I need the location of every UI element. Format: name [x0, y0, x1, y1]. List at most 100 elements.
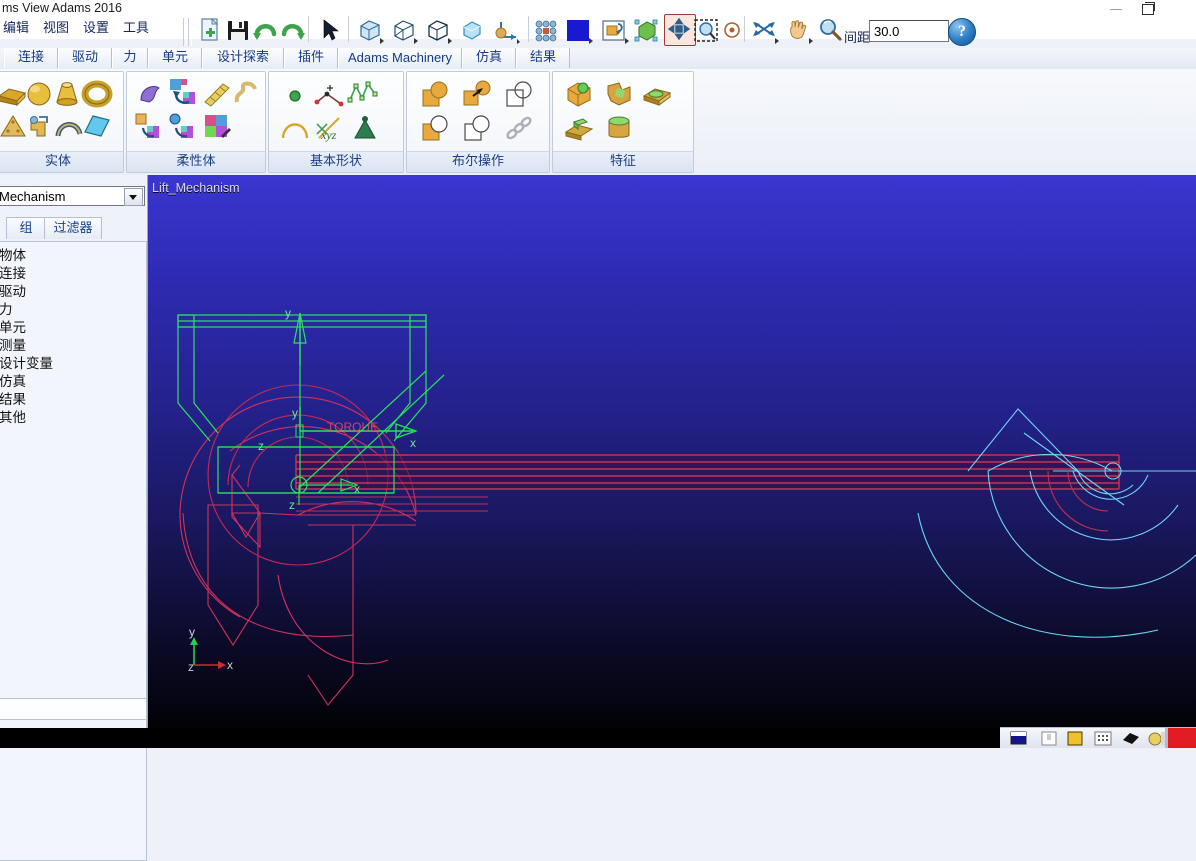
arrow-cursor-icon — [323, 19, 339, 41]
ribbon-group-flexible: 柔性体 — [126, 71, 266, 173]
taskbar-app-black-icon[interactable] — [1122, 730, 1140, 747]
flex-edit-icon[interactable] — [201, 110, 233, 142]
boolean-merge-icon[interactable] — [461, 78, 493, 110]
spacing-input[interactable]: 30.0 — [869, 20, 949, 42]
tree-item-0[interactable]: 物体 — [0, 248, 26, 265]
tree-item-5[interactable]: 测量 — [0, 338, 26, 355]
boolean-chain-icon[interactable] — [503, 112, 535, 144]
pan-view-button[interactable] — [782, 14, 814, 46]
ribbon-tab-7[interactable]: 仿真 — [462, 48, 516, 68]
flex-body-icon[interactable] — [135, 78, 167, 110]
boolean-split-icon[interactable] — [461, 112, 493, 144]
boolean-intersect-icon[interactable] — [503, 78, 535, 110]
cone-shape-icon[interactable] — [349, 112, 381, 144]
tree-item-8[interactable]: 结果 — [0, 392, 26, 409]
ribbon-tab-1[interactable]: 驱动 — [58, 48, 112, 68]
sidebar-status-field[interactable] — [0, 698, 147, 720]
redo-button[interactable] — [276, 14, 308, 46]
grid-dots-icon — [535, 20, 557, 42]
tree-item-9[interactable]: 其他 — [0, 410, 26, 427]
axis-label-y: y — [285, 306, 291, 320]
render-mode-button[interactable] — [422, 14, 454, 46]
rigid-to-flex-icon[interactable] — [167, 76, 199, 108]
tree-item-4[interactable]: 单元 — [0, 320, 26, 337]
ribbon-tab-0[interactable]: 连接 — [4, 48, 58, 68]
flex-swap-icon[interactable] — [167, 110, 199, 142]
flex-beam-icon[interactable] — [201, 78, 233, 110]
tree-item-3[interactable]: 力 — [0, 302, 13, 319]
flex-spline-icon[interactable] — [231, 78, 263, 110]
feature-extrude-icon[interactable] — [563, 112, 595, 144]
render-settings-button[interactable] — [598, 14, 630, 46]
toolbar-grip[interactable] — [188, 18, 192, 46]
toolbar-grip[interactable] — [183, 18, 187, 46]
sidebar-tab-0[interactable]: 组 — [6, 217, 46, 239]
feature-chamfer-icon[interactable] — [603, 78, 635, 110]
zoom-button[interactable] — [814, 14, 846, 46]
rotate-view-button[interactable] — [748, 14, 780, 46]
tree-item-1[interactable]: 连接 — [0, 266, 26, 283]
taskbar-app-yellow-icon[interactable] — [1066, 730, 1084, 747]
coordinate-system-button[interactable] — [490, 14, 522, 46]
world-axis-triad: y x z — [188, 625, 233, 674]
beam-striped — [295, 453, 1120, 490]
ribbon-group-label: 特征 — [553, 151, 693, 172]
ribbon-tab-8[interactable]: 结果 — [516, 48, 570, 68]
ribbon-tab-3[interactable]: 单元 — [148, 48, 202, 68]
ribbon-tab-5[interactable]: 插件 — [284, 48, 338, 68]
shaded-cube-icon — [360, 20, 384, 44]
svg-text:x: x — [410, 436, 416, 450]
tree-item-6[interactable]: 设计变量 — [0, 356, 53, 373]
model-tree[interactable]: 物体 连接 驱动力单元 测量 设计变量 仿真 结果 其他 — [0, 241, 147, 861]
wireframe-view-button[interactable] — [388, 14, 420, 46]
render-box-icon — [602, 20, 629, 44]
polyline-icon[interactable] — [313, 80, 345, 112]
solid-plane-icon[interactable] — [81, 110, 113, 142]
feature-revolve-icon[interactable] — [603, 112, 635, 144]
svg-text:z: z — [289, 498, 295, 512]
fit-view-button[interactable] — [630, 14, 662, 46]
taskbar-app-list-icon[interactable] — [1094, 730, 1112, 747]
ribbon-group-features: 特征 — [552, 71, 694, 173]
sidebar-tab-1[interactable]: 过滤器 — [44, 217, 102, 239]
boolean-unite-icon[interactable] — [419, 78, 451, 110]
ribbon-group-label: 布尔操作 — [407, 151, 549, 172]
arc-icon[interactable] — [279, 112, 311, 144]
wireframe-cube-icon — [394, 20, 418, 44]
fit-view-icon — [634, 19, 658, 42]
select-tool-button[interactable] — [314, 14, 346, 46]
outline-cube-icon — [428, 20, 452, 44]
discrete-flex-link-icon[interactable] — [133, 110, 165, 142]
solid-torus-icon[interactable] — [81, 78, 113, 110]
grid-toggle-button[interactable] — [530, 14, 562, 46]
model-geometry: y y z x x z TORQUE y x z — [177, 306, 1196, 706]
glass-cube-icon — [463, 21, 481, 40]
transparency-button[interactable] — [456, 14, 488, 46]
toolbar-separator — [744, 16, 745, 42]
ribbon-tab-6[interactable]: Adams Machinery — [338, 48, 462, 68]
model-viewport[interactable]: Lift_Mechanism y y z x x z TORQUE y x z — [148, 175, 1196, 728]
tree-item-2[interactable]: 驱动 — [0, 284, 26, 301]
shaded-view-button[interactable] — [354, 14, 386, 46]
boolean-subtract-icon[interactable] — [419, 112, 451, 144]
marker-point-icon[interactable] — [279, 80, 311, 112]
solid-frustum-icon[interactable] — [51, 78, 83, 110]
taskbar-close-indicator[interactable] — [1165, 728, 1196, 748]
ribbon-tab-2[interactable]: 力 — [112, 48, 148, 68]
ribbon-tab-4[interactable]: 设计探索 — [202, 48, 284, 68]
help-button[interactable]: ? — [948, 18, 976, 46]
ribbon-group-label: 柔性体 — [127, 151, 265, 172]
background-color-button[interactable] — [562, 14, 594, 46]
taskbar-app-gold-icon[interactable] — [1148, 730, 1166, 747]
xyz-axes-icon[interactable]: xyz — [313, 112, 345, 144]
tree-item-7[interactable]: 仿真 — [0, 374, 26, 391]
joint-arc-group-right — [917, 408, 1196, 638]
chevron-down-icon[interactable] — [124, 188, 143, 206]
feature-hollow-icon[interactable] — [641, 80, 673, 112]
feature-fillet-icon[interactable] — [563, 78, 595, 110]
model-selector[interactable]: Mechanism — [0, 186, 145, 206]
taskbar-app-blue-icon[interactable] — [1010, 730, 1028, 747]
taskbar-app-white-icon[interactable] — [1040, 730, 1058, 747]
ribbon-group-basic-shapes: xyz 基本形状 — [268, 71, 404, 173]
spline-curve-icon[interactable] — [347, 78, 379, 110]
